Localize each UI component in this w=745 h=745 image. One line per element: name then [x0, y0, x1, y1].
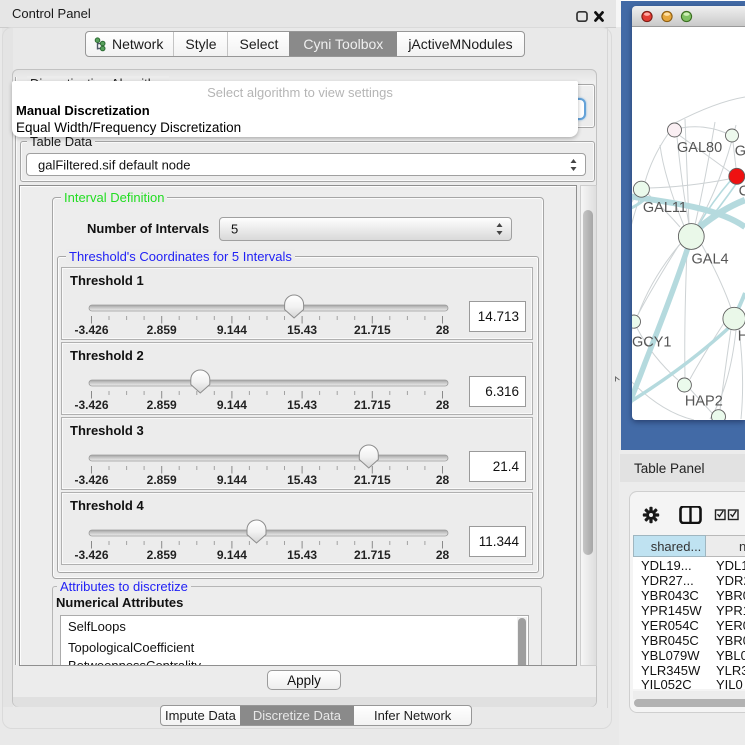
- svg-text:G.: G.: [735, 144, 745, 160]
- svg-text:28: 28: [436, 398, 450, 412]
- svg-text:GCY1: GCY1: [632, 335, 672, 351]
- svg-text:2.859: 2.859: [147, 323, 177, 337]
- svg-text:9.144: 9.144: [217, 473, 247, 487]
- svg-text:15.43: 15.43: [287, 548, 317, 562]
- svg-text:C: C: [739, 184, 745, 200]
- svg-text:28: 28: [436, 323, 450, 337]
- svg-text:9.144: 9.144: [217, 323, 247, 337]
- svg-text:15.43: 15.43: [287, 323, 317, 337]
- svg-text:28: 28: [436, 473, 450, 487]
- svg-text:-3.426: -3.426: [74, 548, 108, 562]
- svg-text:15.43: 15.43: [287, 398, 317, 412]
- svg-text:GAL80: GAL80: [677, 140, 722, 156]
- svg-text:-3.426: -3.426: [74, 398, 108, 412]
- svg-text:2.859: 2.859: [147, 398, 177, 412]
- svg-text:28: 28: [436, 548, 450, 562]
- svg-text:9.144: 9.144: [217, 548, 247, 562]
- svg-text:21.715: 21.715: [354, 323, 391, 337]
- svg-text:9.144: 9.144: [217, 398, 247, 412]
- svg-text:21.715: 21.715: [354, 398, 391, 412]
- svg-text:2.859: 2.859: [147, 548, 177, 562]
- svg-text:GAL11: GAL11: [643, 200, 687, 216]
- svg-text:21.715: 21.715: [354, 548, 391, 562]
- svg-text:-3.426: -3.426: [74, 473, 108, 487]
- svg-text:15.43: 15.43: [287, 473, 317, 487]
- svg-text:2.859: 2.859: [147, 473, 177, 487]
- svg-text:21.715: 21.715: [354, 473, 391, 487]
- svg-text:HAP2: HAP2: [685, 394, 723, 410]
- svg-text:H: H: [738, 329, 745, 345]
- svg-text:-3.426: -3.426: [74, 323, 108, 337]
- svg-text:GAL4: GAL4: [692, 252, 729, 268]
